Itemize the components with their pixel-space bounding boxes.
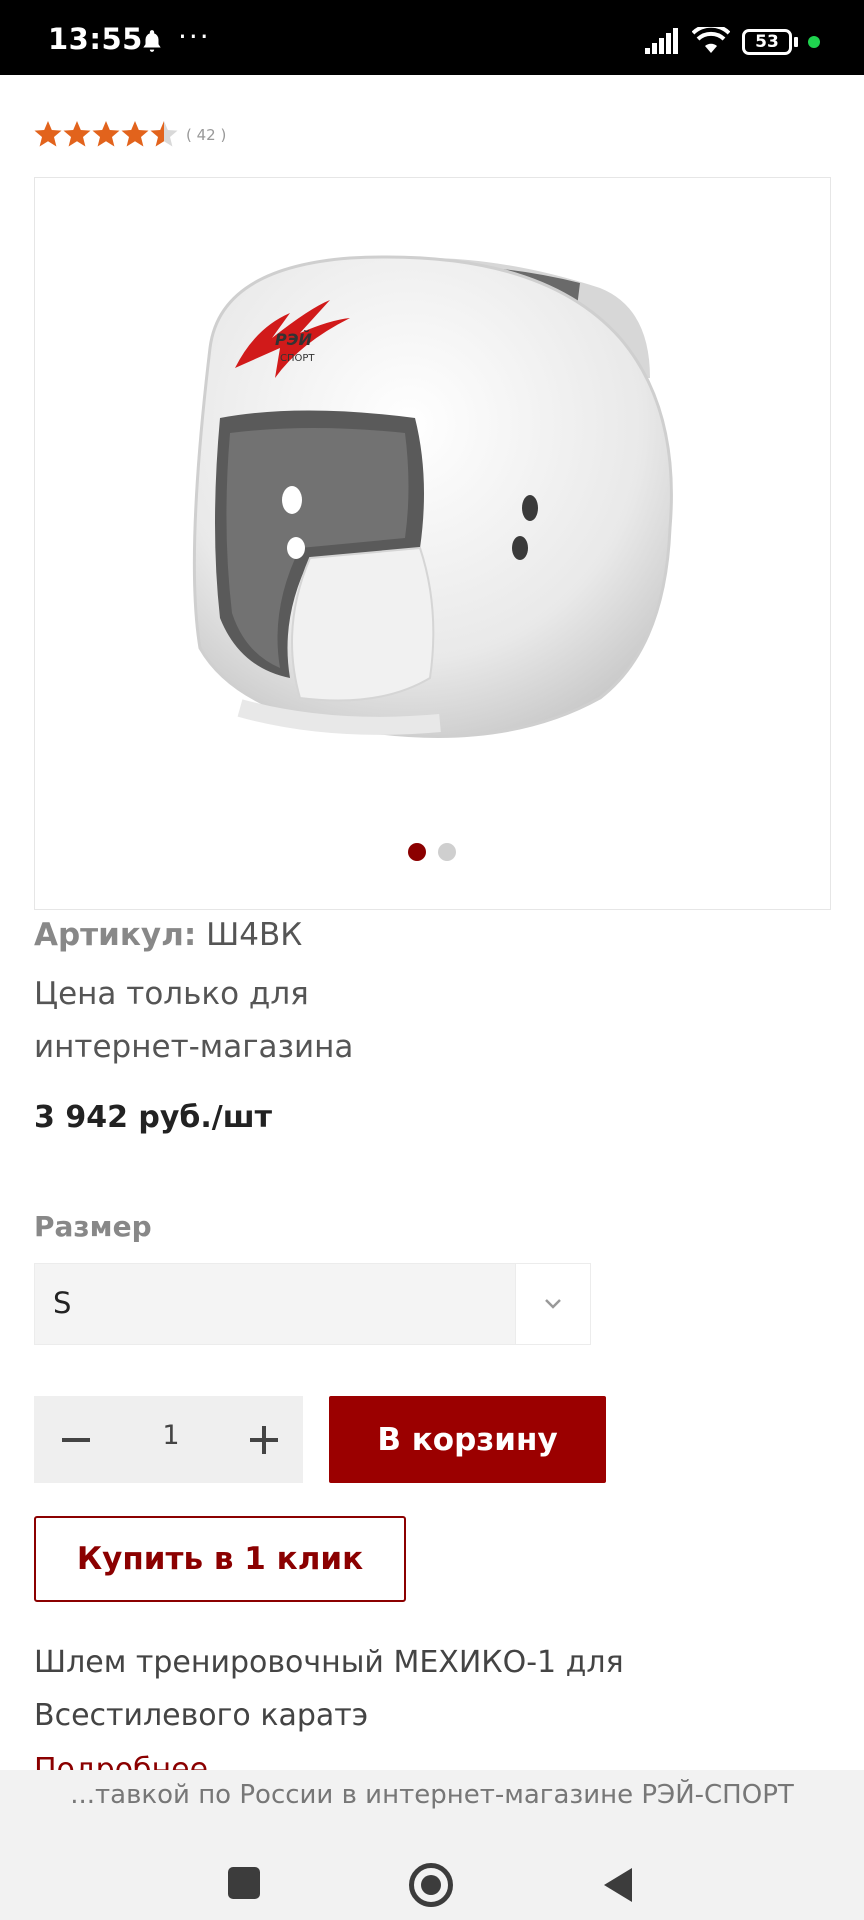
home-icon[interactable] (409, 1863, 453, 1907)
chevron-down-icon[interactable] (515, 1264, 590, 1344)
product-description: Шлем тренировочный МЕХИКО-1 для Всестиле… (34, 1645, 624, 1733)
rating-stars (34, 120, 180, 150)
more-notifications-icon: ··· (178, 20, 211, 53)
battery-icon: 53 (742, 29, 792, 55)
size-label: Размер (34, 1210, 152, 1243)
status-time: 13:55 (48, 22, 143, 56)
quantity-stepper: 1 (34, 1396, 303, 1483)
sku-line: Артикул: Ш4ВК (34, 917, 302, 953)
size-selected-value: S (53, 1286, 72, 1320)
sku-value: Ш4ВК (206, 917, 303, 953)
alarm-icon (139, 28, 165, 58)
brand-logo-subtext: СПОРТ (280, 353, 315, 364)
status-bar: 13:55 ··· 53 (0, 0, 864, 75)
recent-apps-icon[interactable] (228, 1867, 260, 1899)
privacy-indicator-icon (808, 36, 820, 48)
stars-icon (34, 121, 178, 147)
quantity-input[interactable]: 1 (146, 1420, 196, 1451)
footer-banner-text[interactable]: ...тавкой по России в интернет-магазине … (0, 1780, 864, 1810)
gallery-dot-1[interactable] (408, 843, 426, 861)
add-to-cart-button[interactable]: В корзину (329, 1396, 606, 1483)
sku-label: Артикул: (34, 917, 197, 953)
product-price: 3 942 руб./шт (34, 1100, 272, 1135)
rating-count: ( 42 ) (186, 126, 227, 144)
buy-one-click-button[interactable]: Купить в 1 клик (34, 1516, 406, 1602)
brand-logo-text: РЭЙ (275, 330, 312, 349)
battery-tip (794, 37, 798, 47)
price-note: Цена только для интернет-магазина (34, 976, 354, 1065)
product-rating[interactable]: ( 42 ) (34, 120, 226, 150)
bottom-bar: ...тавкой по России в интернет-магазине … (0, 1770, 864, 1920)
size-select[interactable]: S (34, 1263, 591, 1345)
home-icon-inner (421, 1875, 441, 1895)
plus-icon[interactable] (242, 1418, 286, 1462)
product-gallery[interactable]: РЭЙ СПОРТ (34, 177, 831, 910)
signal-icon (645, 28, 679, 58)
product-image[interactable]: РЭЙ СПОРТ (180, 228, 690, 748)
wifi-icon (691, 23, 731, 59)
battery-level: 53 (755, 32, 779, 52)
back-icon[interactable] (602, 1866, 634, 1908)
minus-icon[interactable] (54, 1418, 98, 1462)
gallery-dot-2[interactable] (438, 843, 456, 861)
